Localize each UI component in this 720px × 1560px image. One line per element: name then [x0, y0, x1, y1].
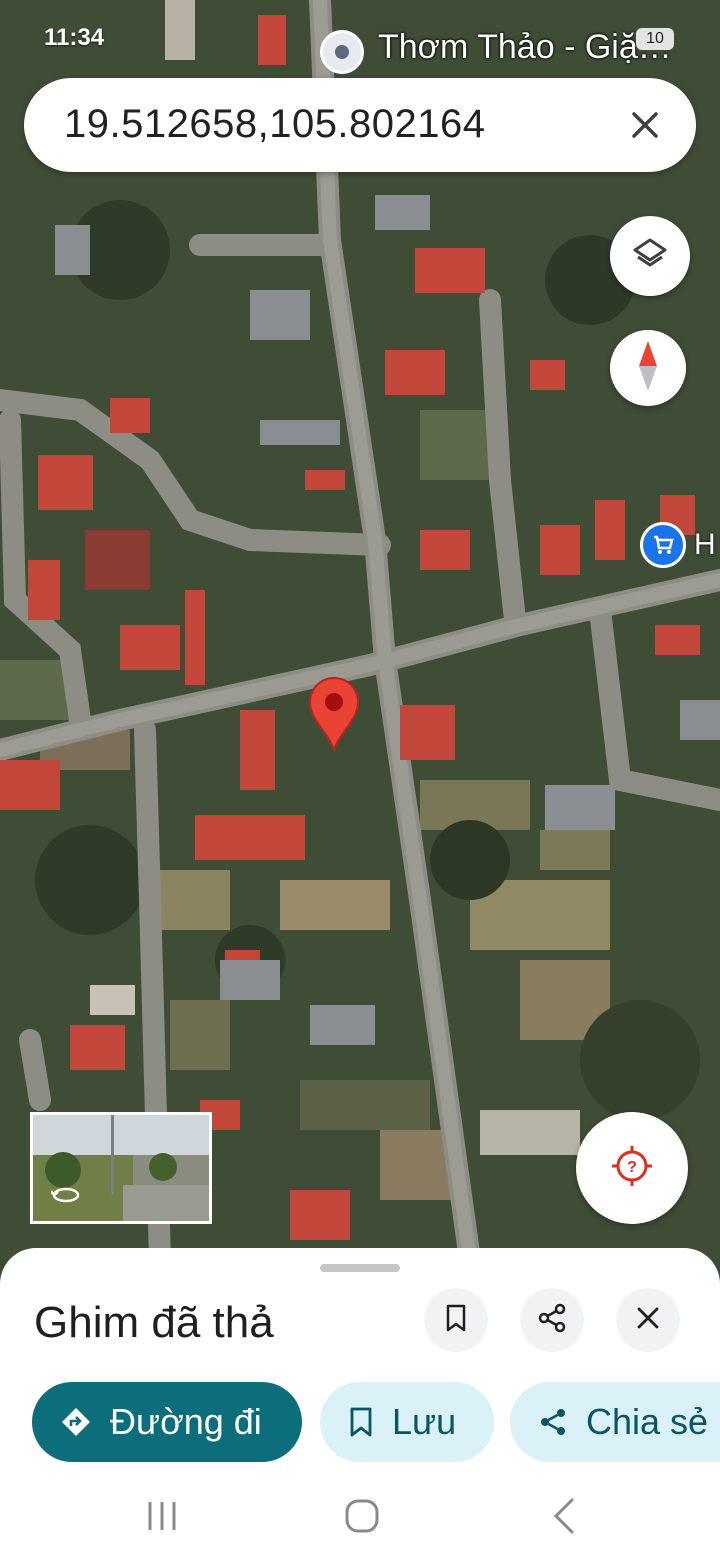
status-bar: 11:34 10: [0, 0, 720, 76]
bookmark-icon: [444, 1304, 468, 1337]
save-chip-label: Lưu: [392, 1401, 457, 1442]
shop-marker[interactable]: H: [640, 522, 720, 568]
shopping-cart-icon: [640, 522, 686, 568]
dropped-pin-icon[interactable]: [306, 674, 362, 754]
share-chip[interactable]: Chia sẻ: [510, 1382, 720, 1462]
location-unknown-icon: ?: [610, 1144, 654, 1193]
save-chip[interactable]: Lưu: [320, 1382, 494, 1462]
layers-icon: [630, 234, 670, 279]
drag-handle[interactable]: [320, 1264, 400, 1272]
svg-text:?: ?: [627, 1159, 637, 1176]
close-icon[interactable]: [620, 100, 670, 150]
street-view-thumbnail[interactable]: [30, 1112, 212, 1224]
search-query[interactable]: 19.512658,105.802164: [64, 102, 486, 147]
share-chip-label: Chia sẻ: [586, 1401, 709, 1442]
satellite-map[interactable]: [0, 0, 720, 1260]
share-icon: [538, 1407, 568, 1437]
battery-icon: 10: [636, 28, 674, 50]
share-icon: [537, 1303, 567, 1338]
search-bar[interactable]: 19.512658,105.802164: [24, 78, 696, 172]
system-nav-bar: [0, 1470, 720, 1560]
layers-button[interactable]: [610, 216, 690, 296]
close-sheet-button[interactable]: [616, 1288, 680, 1352]
shop-label: H: [694, 529, 716, 561]
save-button[interactable]: [424, 1288, 488, 1352]
home-icon[interactable]: [340, 1494, 384, 1538]
recents-icon[interactable]: [140, 1494, 184, 1538]
status-time: 11:34: [44, 24, 105, 51]
bottom-sheet[interactable]: Ghim đã thả Đường đi Lưu Chia sẻ: [0, 1248, 720, 1560]
my-location-button[interactable]: ?: [576, 1112, 688, 1224]
street-view-rotate-icon: [50, 1185, 81, 1210]
compass-button[interactable]: [610, 330, 686, 406]
share-button[interactable]: [520, 1288, 584, 1352]
directions-icon: [60, 1406, 92, 1438]
compass-icon: [633, 339, 663, 398]
directions-label: Đường đi: [110, 1401, 262, 1442]
back-icon[interactable]: [542, 1494, 586, 1538]
close-icon: [635, 1305, 661, 1336]
directions-button[interactable]: Đường đi: [32, 1382, 302, 1462]
map-imagery: [0, 0, 720, 1260]
place-title: Ghim đã thả: [34, 1298, 274, 1347]
bookmark-icon: [348, 1407, 374, 1437]
